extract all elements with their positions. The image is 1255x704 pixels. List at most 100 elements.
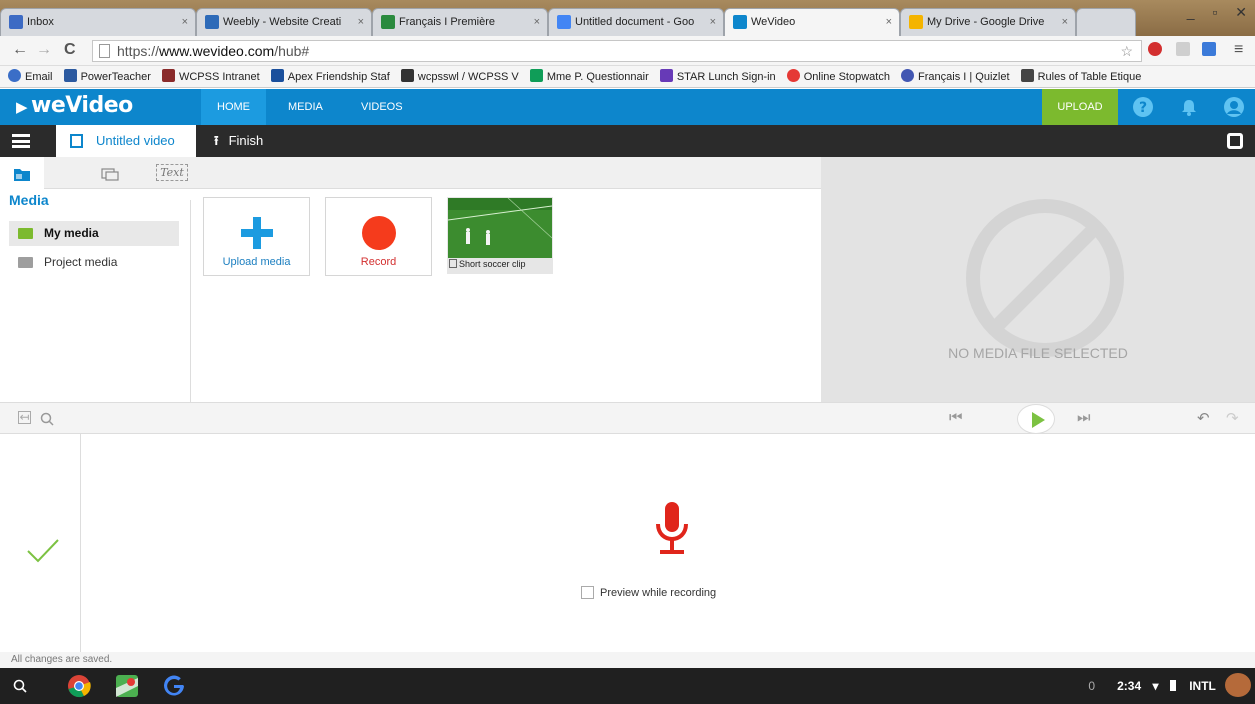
no-media-icon [966, 199, 1124, 357]
globe-icon [8, 69, 21, 82]
maps-icon[interactable] [115, 674, 139, 698]
back-arrow-icon[interactable]: ← [12, 41, 28, 59]
browser-tab-weebly[interactable]: Weebly - Website Creati × [196, 8, 372, 36]
checkbox-box[interactable] [581, 586, 594, 599]
launcher-search-icon[interactable] [13, 679, 27, 693]
hamburger-menu-icon[interactable] [12, 134, 30, 148]
bookmark-wcpss-intranet[interactable]: WCPSS Intranet [161, 66, 260, 87]
undo-icon[interactable]: ↶ [1197, 409, 1210, 427]
browser-tab-wevideo[interactable]: WeVideo × [724, 8, 900, 36]
sidebar-item-my-media[interactable]: My media [9, 221, 179, 246]
bookmark-powerteacher[interactable]: PowerTeacher [63, 66, 151, 87]
search-icon[interactable] [40, 412, 54, 426]
bookmark-quizlet[interactable]: Français I | Quizlet [901, 66, 1010, 87]
notification-count[interactable]: 0 [1082, 668, 1102, 704]
close-tab-icon[interactable]: × [710, 9, 716, 35]
checkbox-label: Preview while recording [600, 587, 717, 599]
window-controls: _ ▫ ✕ [1173, 4, 1247, 21]
user-avatar[interactable] [1225, 673, 1251, 697]
url-input[interactable]: https://www.wevideo.com/hub# ☆ [92, 40, 1142, 62]
bookmark-email[interactable]: Email [8, 66, 53, 87]
tab-title: Untitled document - Goo [575, 16, 695, 28]
sidebar-item-project-media[interactable]: Project media [9, 250, 179, 275]
extension-icon[interactable] [1148, 42, 1162, 56]
upload-media-tile[interactable]: Upload media [203, 197, 310, 276]
bookmarks-bar: Email PowerTeacher WCPSS Intranet Apex F… [0, 66, 1255, 88]
notification-bell-icon[interactable] [1179, 97, 1199, 117]
tab-text[interactable]: Text [150, 157, 194, 189]
docs-icon [557, 15, 571, 29]
minimize-icon[interactable]: _ [1187, 4, 1195, 20]
project-title: Untitled video [96, 133, 175, 148]
help-icon[interactable]: ? [1133, 97, 1153, 117]
url-domain: www.wevideo.com [159, 43, 275, 59]
bookmark-star-lunch[interactable]: STAR Lunch Sign-in [659, 66, 776, 87]
tab-title: Weebly - Website Creati [223, 16, 342, 28]
forward-arrow-icon[interactable]: → [36, 41, 52, 59]
nav-home[interactable]: HOME [201, 89, 266, 125]
close-window-icon[interactable]: ✕ [1235, 4, 1247, 20]
record-dot-icon [361, 216, 396, 250]
nav-media[interactable]: MEDIA [272, 89, 339, 125]
tab-transitions[interactable] [88, 157, 132, 189]
video-clip-tile[interactable]: Short soccer clip [447, 197, 553, 274]
play-button[interactable] [1017, 404, 1055, 434]
maximize-icon[interactable]: ▫ [1212, 4, 1217, 20]
skip-forward-icon[interactable]: ⏭ [1077, 409, 1091, 426]
record-tile[interactable]: Record [325, 197, 432, 276]
chrome-icon[interactable] [67, 674, 91, 698]
film-icon [449, 259, 457, 268]
close-tab-icon[interactable]: × [534, 9, 540, 35]
checkmark-icon[interactable] [26, 538, 60, 564]
browser-tab-inbox[interactable]: Inbox × [0, 8, 196, 36]
tab-title: Français I Première [399, 16, 495, 28]
editor-toolbar: Untitled video ⭱ Finish [0, 125, 1255, 157]
close-tab-icon[interactable]: × [358, 9, 364, 35]
finish-button[interactable]: ⭱ Finish [214, 125, 263, 157]
timeline-toolbar: ↤ ⏮ ⏭ ↶ ↷ [0, 402, 1255, 434]
close-tab-icon[interactable]: × [886, 9, 892, 35]
announcement-icon[interactable] [1202, 42, 1216, 56]
page-icon [1020, 69, 1034, 82]
user-avatar-icon[interactable] [1224, 97, 1244, 117]
chrome-menu-icon[interactable]: ≡ [1234, 41, 1243, 59]
stopwatch-icon [786, 69, 800, 82]
bookmark-label: WCPSS Intranet [178, 71, 260, 83]
browser-tab-docs[interactable]: Untitled document - Goo × [548, 8, 724, 36]
clip-caption: Short soccer clip [449, 259, 526, 269]
extension-icon[interactable] [1176, 42, 1190, 56]
close-tab-icon[interactable]: × [182, 9, 188, 35]
powerteacher-icon [63, 69, 77, 82]
tab-my-media[interactable] [0, 157, 44, 189]
wevideo-logo[interactable]: ▶ weVideo [16, 93, 133, 118]
tab-title: WeVideo [751, 16, 796, 28]
tile-label: Record [360, 256, 397, 268]
bookmark-stopwatch[interactable]: Online Stopwatch [786, 66, 890, 87]
new-tab-button[interactable] [1076, 8, 1136, 36]
track-header [8, 434, 81, 652]
browser-tab-drive[interactable]: My Drive - Google Drive × [900, 8, 1076, 36]
close-tab-icon[interactable]: × [1062, 9, 1068, 35]
bookmark-wcpsswl[interactable]: wcpsswl / WCPSS V [400, 66, 519, 87]
collapse-icon[interactable]: ↤ [18, 411, 31, 424]
wifi-icon: ▾ [1152, 679, 1159, 693]
bookmark-label: Email [25, 71, 53, 83]
bookmark-star-icon[interactable]: ☆ [1120, 41, 1133, 61]
skip-back-icon[interactable]: ⏮ [949, 409, 963, 426]
bookmark-table-etiquette[interactable]: Rules of Table Etique [1020, 66, 1141, 87]
fullscreen-icon[interactable] [1227, 133, 1243, 149]
bookmark-apex[interactable]: Apex Friendship Staf [270, 66, 390, 87]
upload-button[interactable]: UPLOAD [1042, 89, 1118, 125]
google-search-icon[interactable] [162, 674, 186, 698]
nav-videos[interactable]: VIDEOS [345, 89, 419, 125]
reload-icon[interactable]: C [64, 41, 76, 59]
microphone-icon[interactable] [652, 500, 692, 558]
redo-icon[interactable]: ↷ [1226, 409, 1239, 427]
bookmark-questionnaire[interactable]: Mme P. Questionnair [529, 66, 649, 87]
app-header: ▶ weVideo HOME MEDIA VIDEOS UPLOAD ? [0, 89, 1255, 125]
bookmark-label: Online Stopwatch [803, 71, 890, 83]
system-tray[interactable]: 0 2:34 ▾ INTL [1082, 668, 1255, 704]
project-tab[interactable]: Untitled video [56, 125, 196, 157]
preview-while-recording-checkbox[interactable]: Preview while recording [581, 586, 716, 599]
browser-tab-francais[interactable]: Français I Première × [372, 8, 548, 36]
